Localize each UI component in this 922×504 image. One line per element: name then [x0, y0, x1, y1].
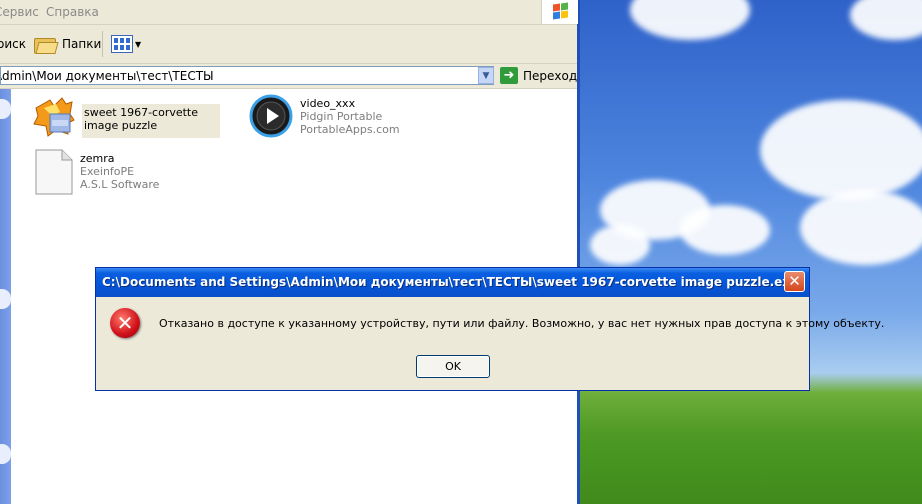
go-arrow-icon: ➜	[500, 67, 518, 84]
explorer-window: Сервис Справка Поиск Папки ▼ \Admin\Мои …	[0, 0, 580, 504]
error-icon: ✕	[110, 308, 140, 338]
puzzle-app-icon	[30, 94, 76, 138]
task-pane-collapse-icon[interactable]	[0, 444, 11, 464]
task-pane	[0, 89, 11, 504]
menu-item-service[interactable]: Сервис	[0, 5, 39, 19]
dialog-message: Отказано в доступе к указанному устройст…	[159, 317, 885, 330]
address-bar: \Admin\Мои документы\тест\ТЕСТЫ ▼ ➜ Пере…	[0, 64, 577, 89]
go-button[interactable]: ➜ Переход	[500, 67, 577, 84]
file-description: Pidgin Portable	[300, 110, 383, 123]
menu-bar: Сервис Справка	[0, 0, 578, 25]
task-pane-collapse-icon[interactable]	[0, 99, 11, 119]
search-button[interactable]: Поиск	[0, 31, 26, 57]
ok-button[interactable]: OK	[416, 355, 490, 378]
file-description: ExeinfoPE	[80, 165, 135, 178]
dialog-titlebar[interactable]: C:\Documents and Settings\Admin\Мои доку…	[96, 268, 809, 297]
file-name: video_xxx	[300, 97, 356, 110]
dialog-title: C:\Documents and Settings\Admin\Мои доку…	[102, 275, 799, 289]
toolbar: Поиск Папки ▼	[0, 25, 577, 64]
error-dialog: C:\Documents and Settings\Admin\Мои доку…	[95, 267, 884, 391]
file-company: PortableApps.com	[300, 123, 400, 136]
close-button[interactable]: ✕	[784, 271, 805, 292]
folder-icon	[34, 36, 59, 54]
menu-item-help[interactable]: Справка	[46, 5, 99, 19]
go-button-label: Переход	[523, 68, 578, 83]
address-dropdown-button[interactable]: ▼	[478, 67, 494, 84]
task-pane-collapse-icon[interactable]	[0, 289, 11, 309]
file-item[interactable]: sweet 1967-corvette image puzzle	[30, 94, 220, 138]
file-name: sweet 1967-corvette image puzzle	[82, 104, 220, 138]
windows-logo-icon	[541, 0, 578, 24]
views-icon	[111, 35, 133, 53]
file-company: A.S.L Software	[80, 178, 160, 191]
address-input[interactable]: \Admin\Мои документы\тест\ТЕСТЫ	[0, 66, 494, 85]
close-icon: ✕	[788, 272, 801, 290]
file-item[interactable]: zemra ExeinfoPE A.S.L Software	[34, 148, 159, 196]
file-name: zemra	[80, 152, 115, 165]
chevron-down-icon: ▼	[135, 39, 142, 49]
document-icon	[34, 148, 74, 196]
views-button[interactable]: ▼	[111, 31, 141, 57]
folders-button-label: Папки	[62, 37, 102, 51]
search-button-label: Поиск	[0, 37, 27, 51]
media-play-icon	[248, 94, 294, 138]
folders-button[interactable]: Папки	[34, 31, 101, 57]
toolbar-separator	[102, 31, 103, 57]
file-item[interactable]: video_xxx Pidgin Portable PortableApps.c…	[248, 94, 400, 138]
